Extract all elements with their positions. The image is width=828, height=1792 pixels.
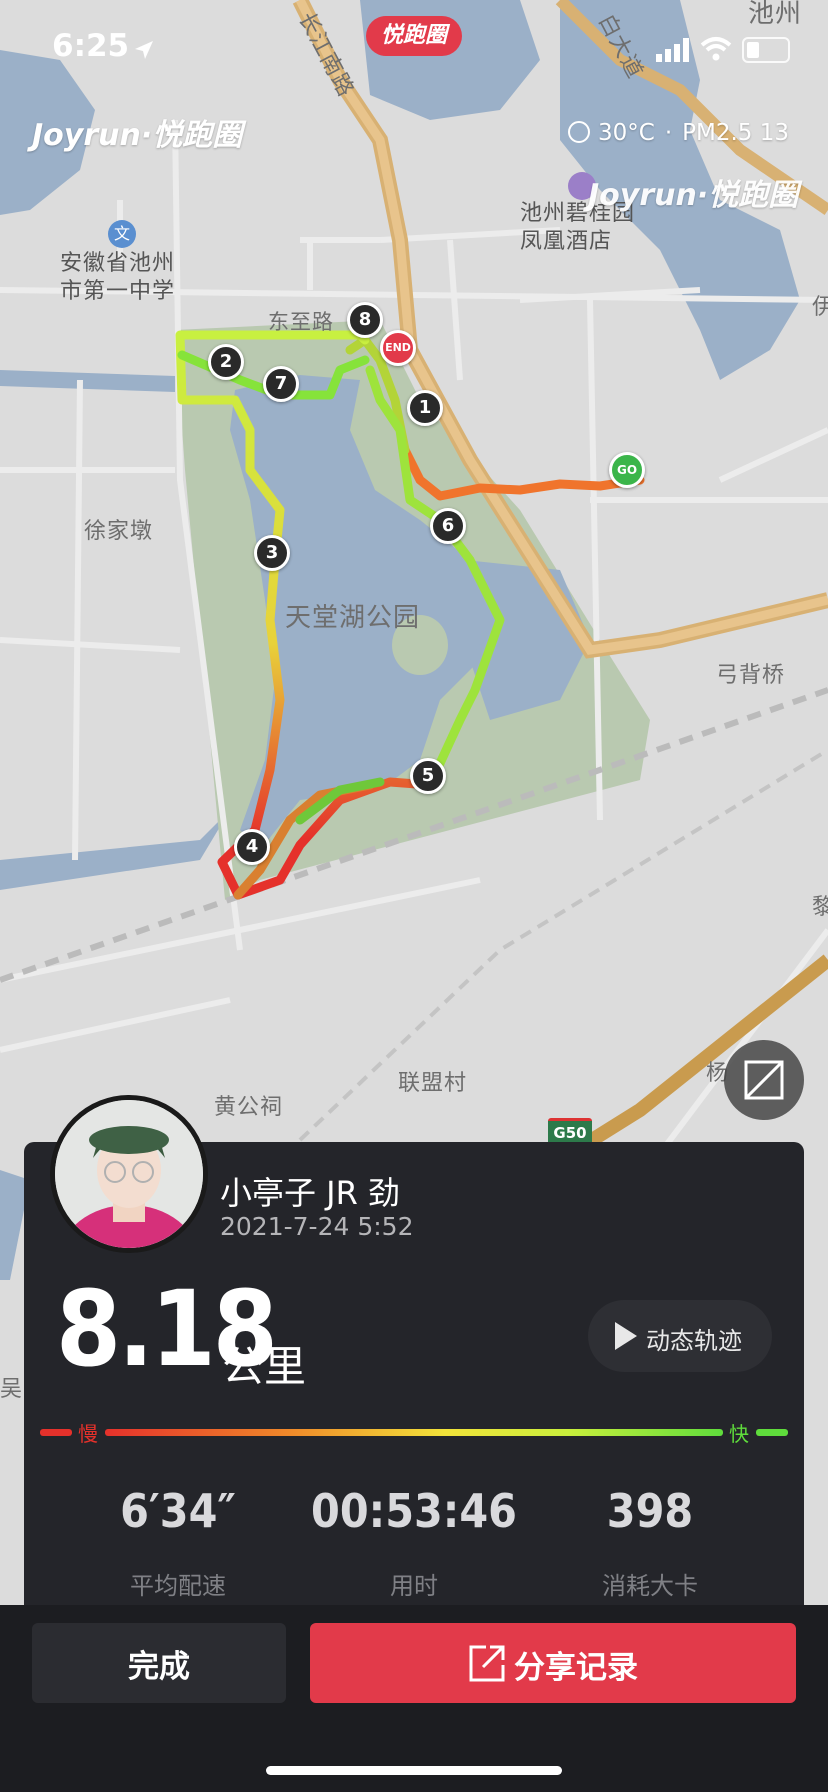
map-label-edge: 伊	[812, 295, 828, 320]
share-icon	[469, 1645, 505, 1682]
highway-shield: G50	[548, 1118, 592, 1145]
map-label-edge: 黎	[812, 895, 828, 920]
km-marker-7[interactable]: 7	[263, 366, 299, 402]
map-label-road: 东至路	[268, 310, 334, 334]
pace-scale-slow-label: 慢	[78, 1422, 98, 1446]
signal-icon	[656, 38, 690, 66]
location-arrow-icon	[135, 41, 153, 59]
start-marker[interactable]: GO	[609, 452, 645, 488]
brand-watermark: Joyrun·悦跑圈	[32, 118, 243, 153]
distance-unit: 公里	[222, 1342, 307, 1391]
map-label-school: 安徽省池州市第一中学	[60, 251, 176, 304]
avatar[interactable]	[50, 1095, 208, 1253]
weather-air-quality: PM2.5 13	[682, 120, 790, 146]
km-marker-1[interactable]: 1	[407, 390, 443, 426]
km-marker-2[interactable]: 2	[208, 344, 244, 380]
stat-pace-label: 平均配速	[130, 1572, 226, 1600]
map-label-village: 联盟村	[398, 1071, 468, 1096]
stat-pace-value: 6′34″	[120, 1484, 236, 1538]
weather-temperature: 30°C	[598, 120, 655, 146]
share-record-button[interactable]: 分享记录	[310, 1623, 796, 1703]
top-badge: 悦跑圈	[366, 16, 462, 56]
stat-calories-value: 398	[606, 1484, 694, 1538]
play-icon	[615, 1322, 637, 1350]
fullscreen-icon	[744, 1060, 784, 1100]
sun-icon	[568, 121, 590, 143]
map-label-village: 黄公祠	[214, 1095, 284, 1120]
avatar-image	[55, 1100, 203, 1248]
stat-duration-value: 00:53:46	[311, 1484, 517, 1538]
run-date: 2021-7-24 5:52	[220, 1212, 414, 1241]
weather-info: 30°C · PM2.5 13	[568, 120, 789, 146]
map-label-city: 池州	[748, 0, 803, 29]
km-marker-4[interactable]: 4	[234, 829, 270, 865]
stat-calories-label: 消耗大卡	[602, 1572, 698, 1600]
pace-scale-fast-label: 快	[729, 1422, 749, 1446]
user-name: 小亭子 JR 劲	[220, 1174, 401, 1212]
weather-separator: ·	[664, 120, 673, 146]
brand-watermark-map: Joyrun·悦跑圈	[588, 178, 799, 213]
share-label: 分享记录	[514, 1650, 638, 1685]
battery-icon	[742, 37, 790, 63]
km-marker-5[interactable]: 5	[410, 758, 446, 794]
home-indicator[interactable]	[266, 1766, 562, 1775]
done-button[interactable]: 完成	[32, 1623, 286, 1703]
wifi-icon	[700, 37, 732, 61]
replay-track-button[interactable]: 动态轨迹	[588, 1300, 772, 1372]
replay-label: 动态轨迹	[646, 1327, 742, 1355]
km-marker-8[interactable]: 8	[347, 302, 383, 338]
fullscreen-button[interactable]	[724, 1040, 804, 1120]
status-time: 6:25	[52, 28, 130, 64]
canal-west	[0, 370, 175, 392]
km-marker-3[interactable]: 3	[254, 535, 290, 571]
end-marker[interactable]: END	[380, 330, 416, 366]
pace-scale-gradient	[105, 1429, 723, 1436]
pace-scale-slow-bar	[40, 1429, 72, 1436]
map-label-park: 天堂湖公园	[285, 603, 421, 633]
canal-south	[0, 810, 230, 890]
km-marker-6[interactable]: 6	[430, 508, 466, 544]
pace-scale-fast-bar	[756, 1429, 788, 1436]
map-label-village: 徐家墩	[84, 519, 154, 544]
stat-duration-label: 用时	[390, 1572, 438, 1600]
school-icon: 文	[108, 220, 136, 248]
map-label-bridge: 弓背桥	[716, 663, 786, 688]
